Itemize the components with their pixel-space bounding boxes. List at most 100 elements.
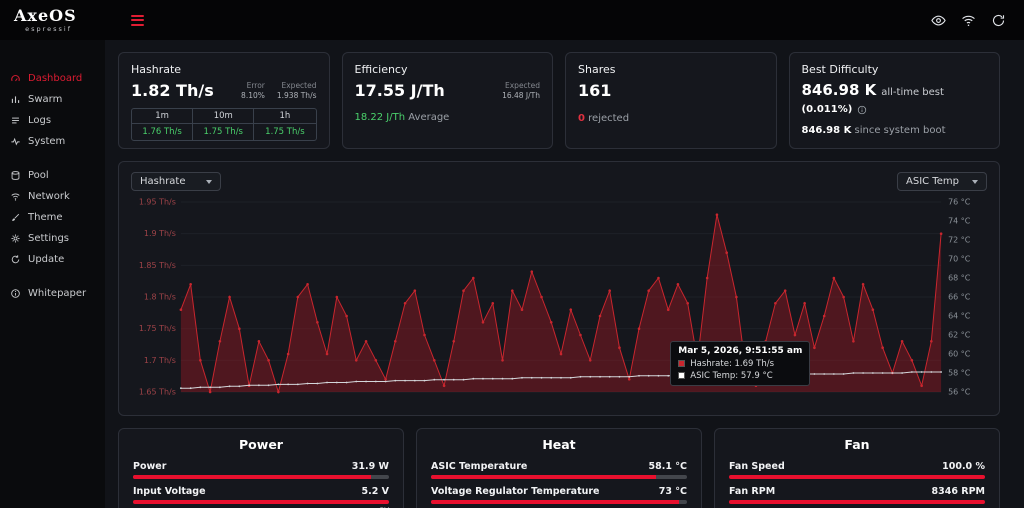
main-content: Hashrate 1.82 Th/s Error 8.10% Expected …	[105, 40, 1024, 508]
chevron-down-icon	[972, 179, 978, 184]
hashrate-title: Hashrate	[131, 63, 182, 76]
hashrate-averages-table: 1m 10m 1h 1.76 Th/s 1.75 Th/s 1.75 Th/s	[131, 108, 317, 141]
menu-toggle-icon[interactable]	[131, 14, 144, 26]
sidebar-item-network[interactable]: Network	[0, 186, 105, 207]
svg-text:1.65 Th/s: 1.65 Th/s	[139, 387, 176, 396]
refresh-icon[interactable]	[991, 13, 1006, 28]
gear-icon	[11, 234, 20, 243]
svg-text:62 °C: 62 °C	[948, 330, 971, 339]
heat-panel: Heat ASIC Temperature 58.1 °C Voltage Re…	[416, 428, 702, 508]
activity-icon	[11, 137, 20, 146]
asic-temp-swatch	[678, 372, 686, 379]
database-icon	[11, 171, 20, 180]
power-panel-title: Power	[239, 437, 283, 452]
tooltip-timestamp: Mar 5, 2026, 9:51:55 am	[678, 345, 803, 356]
best-difficulty-value: 846.98 K	[801, 81, 877, 99]
svg-text:70 °C: 70 °C	[948, 254, 971, 263]
svg-text:68 °C: 68 °C	[948, 273, 971, 282]
meter-label: Fan Speed	[729, 461, 785, 472]
chevron-down-icon	[206, 179, 212, 184]
left-series-select-value: Hashrate	[140, 176, 186, 187]
sidebar: Dashboard Swarm Logs System Pool Network…	[0, 40, 105, 508]
bar-chart-icon	[11, 96, 20, 103]
hashrate-swatch	[678, 360, 686, 367]
hashrate-error: Error 8.10%	[241, 81, 265, 100]
sidebar-item-label: Update	[28, 254, 65, 265]
svg-text:1.9 Th/s: 1.9 Th/s	[144, 229, 176, 238]
logo-text: AxeOS	[14, 5, 77, 25]
brush-icon	[12, 213, 20, 222]
chart-tooltip: Mar 5, 2026, 9:51:55 am Hashrate: 1.69 T…	[670, 340, 811, 386]
progress-fill	[133, 475, 372, 479]
sidebar-item-label: Swarm	[28, 94, 63, 105]
sidebar-item-label: Whitepaper	[28, 288, 87, 299]
meter-value: 8346 RPM	[931, 486, 985, 497]
hashrate-card: Hashrate 1.82 Th/s Error 8.10% Expected …	[118, 52, 330, 149]
sidebar-item-label: Dashboard	[28, 73, 83, 84]
meter-label: Fan RPM	[729, 486, 776, 497]
right-series-select[interactable]: ASIC Temp	[897, 172, 987, 191]
power-meter: Power 31.9 W	[133, 461, 389, 479]
sidebar-item-settings[interactable]: Settings	[0, 228, 105, 249]
eye-icon[interactable]	[931, 13, 946, 28]
best-difficulty-suffix: all-time best	[881, 87, 944, 98]
svg-text:56 °C: 56 °C	[948, 387, 971, 396]
topbar-actions	[931, 13, 1024, 28]
svg-text:1.7 Th/s: 1.7 Th/s	[144, 356, 176, 365]
progress-fill	[431, 500, 680, 504]
sidebar-item-label: System	[28, 136, 66, 147]
wifi-icon	[11, 193, 20, 201]
info-icon	[11, 289, 20, 298]
error-label: Error	[246, 81, 265, 90]
sidebar-item-label: Logs	[28, 115, 52, 126]
svg-text:72 °C: 72 °C	[948, 235, 971, 244]
avg-value-10m: 1.75 Th/s	[193, 124, 255, 140]
tooltip-asic-temp-text: ASIC Temp: 57.9 °C	[690, 370, 773, 381]
info-icon[interactable]	[857, 105, 867, 115]
expected-label: Expected	[505, 81, 540, 90]
left-series-select[interactable]: Hashrate	[131, 172, 221, 191]
best-difficulty-percent: (0.011%)	[801, 104, 853, 115]
wifi-icon[interactable]	[961, 13, 976, 28]
sidebar-group-monitoring: Dashboard Swarm Logs System	[0, 68, 105, 152]
sidebar-item-theme[interactable]: Theme	[0, 207, 105, 228]
sidebar-item-whitepaper[interactable]: Whitepaper	[0, 283, 105, 304]
svg-text:1.95 Th/s: 1.95 Th/s	[139, 197, 176, 206]
shares-rejected: 0 rejected	[578, 113, 764, 124]
right-series-select-value: ASIC Temp	[906, 176, 959, 187]
hashrate-value: 1.82 Th/s	[131, 81, 214, 100]
avg-header-1m: 1m	[132, 109, 194, 124]
progress-track	[729, 475, 985, 479]
sidebar-item-update[interactable]: Update	[0, 249, 105, 270]
svg-text:1.85 Th/s: 1.85 Th/s	[139, 261, 176, 270]
heat-panel-title: Heat	[542, 437, 576, 452]
fan-rpm-meter: Fan RPM 8346 RPM	[729, 486, 985, 504]
chart-card: Hashrate ASIC Temp 1.95 Th/s 1.9 Th/s 1.85…	[118, 161, 1000, 416]
meter-value: 31.9 W	[351, 461, 389, 472]
efficiency-card: Efficiency 17.55 J/Th Expected 16.48 J/T…	[341, 52, 553, 149]
sidebar-item-dashboard[interactable]: Dashboard	[0, 68, 105, 89]
sidebar-item-swarm[interactable]: Swarm	[0, 89, 105, 110]
chart-plot-area[interactable]: 1.95 Th/s 1.9 Th/s 1.85 Th/s 1.8 Th/s 1.75 T…	[131, 197, 987, 402]
stat-cards-row: Hashrate 1.82 Th/s Error 8.10% Expected …	[118, 52, 1000, 149]
input-voltage-meter: Input Voltage 5.2 V 5V	[133, 486, 389, 508]
meter-value: 73 °C	[658, 486, 687, 497]
boot-difficulty-label: since system boot	[854, 125, 946, 136]
fan-speed-meter: Fan Speed 100.0 %	[729, 461, 985, 479]
sidebar-item-system[interactable]: System	[0, 131, 105, 152]
expected-label: Expected	[281, 81, 317, 90]
efficiency-title: Efficiency	[354, 63, 408, 76]
list-icon	[12, 117, 19, 124]
chart-canvas[interactable]: 1.95 Th/s 1.9 Th/s 1.85 Th/s 1.8 Th/s 1.75 T…	[131, 197, 987, 402]
progress-track	[431, 475, 687, 479]
progress-fill	[431, 475, 657, 479]
progress-track	[133, 475, 389, 479]
sidebar-item-logs[interactable]: Logs	[0, 110, 105, 131]
app-logo: AxeOS espressif	[0, 5, 105, 33]
hashrate-expected: Expected 1.938 Th/s	[277, 81, 317, 100]
gauge-icon	[11, 75, 20, 82]
expected-value: 1.938 Th/s	[276, 91, 317, 100]
boot-difficulty: 846.98 K since system boot	[802, 125, 988, 136]
sidebar-item-label: Pool	[28, 170, 49, 181]
sidebar-item-pool[interactable]: Pool	[0, 165, 105, 186]
